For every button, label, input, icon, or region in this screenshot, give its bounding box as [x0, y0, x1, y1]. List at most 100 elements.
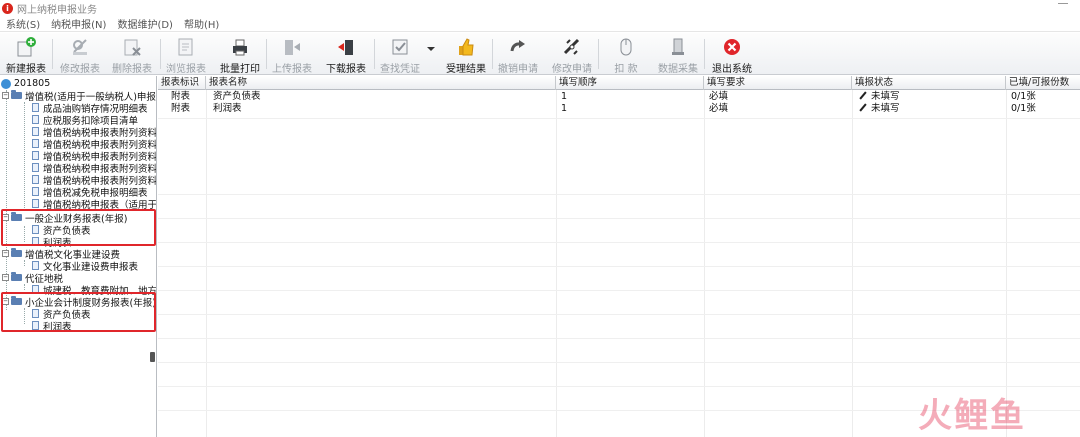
document-icon [32, 175, 39, 184]
report-grid: 报表标识 报表名称 填写顺序 填写要求 填报状态 已填/可报份数 附表 资产负债… [158, 76, 1080, 437]
undo-arrow-icon [507, 36, 529, 58]
column-header-report-name[interactable]: 报表名称 [206, 76, 556, 90]
tree-group-local-tax[interactable]: − 代征地税 [2, 272, 63, 285]
new-report-label: 新建报表 [6, 64, 46, 75]
batch-print-button[interactable]: 批量打印 [218, 33, 262, 75]
tree-item[interactable]: 增值税纳税申报表附列资料 [32, 138, 156, 151]
collapse-icon[interactable]: − [2, 92, 9, 99]
tree-item[interactable]: 增值税纳税申报表（适用于 [32, 198, 156, 211]
window-title: 网上纳税申报业务 [17, 4, 97, 16]
tree-group-vat-general[interactable]: − 增值税(适用于一般纳税人)申报 [2, 90, 156, 103]
computer-icon [1, 78, 11, 89]
deduct-payment-button[interactable]: 扣 款 [604, 33, 648, 75]
pencil-icon [859, 92, 867, 100]
cell-fill-status: 未填写 [856, 103, 900, 114]
folder-icon [11, 248, 22, 257]
exit-system-button[interactable]: 退出系统 [710, 33, 754, 75]
column-header-copies[interactable]: 已填/可报份数 [1006, 76, 1080, 90]
printer-icon [229, 36, 251, 58]
download-report-button[interactable]: 下载报表 [324, 33, 368, 75]
thumbs-up-icon [455, 36, 477, 58]
minimize-icon[interactable] [1058, 3, 1068, 4]
tree-item[interactable]: 增值税纳税申报表附列资料 [32, 150, 156, 163]
exit-system-label: 退出系统 [712, 64, 752, 75]
pencil-icon [859, 104, 867, 112]
document-icon [32, 139, 39, 148]
revoke-application-button[interactable]: 撤销申请 [496, 33, 540, 75]
folder-icon [11, 90, 22, 99]
column-header-fill-order[interactable]: 填写顺序 [556, 76, 704, 90]
voucher-dropdown-button[interactable] [426, 33, 436, 74]
column-header-fill-requirement[interactable]: 填写要求 [704, 76, 852, 90]
column-header-report-id[interactable]: 报表标识 [158, 76, 206, 90]
app-logo-icon: i [2, 2, 13, 14]
document-icon [32, 127, 39, 136]
document-icon [32, 199, 39, 208]
modify-application-label: 修改申请 [552, 64, 592, 75]
cell-fill-order: 1 [561, 91, 568, 102]
report-tree: 201805 − 增值税(适用于一般纳税人)申报 成品油购销存情况明细表 应税服… [0, 76, 157, 437]
browse-report-label: 浏览报表 [166, 64, 206, 75]
tree-item[interactable]: 应税服务扣除项目清单 [32, 114, 138, 127]
mouse-icon [615, 36, 637, 58]
download-icon [335, 36, 357, 58]
find-voucher-button[interactable]: 查找凭证 [378, 33, 422, 75]
acceptance-result-button[interactable]: 受理结果 [444, 33, 488, 75]
new-report-icon [15, 36, 37, 58]
folder-icon [11, 272, 22, 281]
table-row[interactable]: 附表 利润表 1 必填 未填写 0/1张 [158, 103, 1080, 114]
tree-item[interactable]: 增值税纳税申报表附列资料 [32, 174, 156, 187]
cell-fill-requirement: 必填 [709, 103, 729, 114]
delete-report-button[interactable]: 删除报表 [110, 33, 154, 75]
menu-system[interactable]: 系统(S) [0, 16, 45, 31]
delete-report-label: 删除报表 [112, 64, 152, 75]
collapse-icon[interactable]: − [2, 250, 9, 257]
collapse-icon[interactable]: − [2, 274, 9, 281]
data-collection-label: 数据采集 [658, 64, 698, 75]
cell-fill-status: 未填写 [856, 91, 900, 102]
upload-report-button[interactable]: 上传报表 [270, 33, 314, 75]
satellite-icon [561, 36, 583, 58]
document-icon [32, 151, 39, 160]
modify-application-button[interactable]: 修改申请 [550, 33, 594, 75]
toolbar: 新建报表 修改报表 删除报表 浏览报表 批量打印 上传报表 下载报表 查找凭证 … [0, 33, 1080, 75]
acceptance-result-label: 受理结果 [446, 64, 486, 75]
document-icon [32, 261, 39, 270]
tree-item[interactable]: 增值税减免税申报明细表 [32, 186, 148, 199]
voucher-icon [389, 36, 411, 58]
browse-report-button[interactable]: 浏览报表 [164, 33, 208, 75]
data-collect-icon [667, 36, 689, 58]
cell-fill-order: 1 [561, 103, 568, 114]
tree-item[interactable]: 增值税纳税申报表附列资料 [32, 162, 156, 175]
edit-report-label: 修改报表 [60, 64, 100, 75]
column-header-fill-status[interactable]: 填报状态 [852, 76, 1006, 90]
deduct-payment-label: 扣 款 [614, 64, 638, 75]
tree-item[interactable]: 增值税纳税申报表附列资料 [32, 126, 156, 139]
download-report-label: 下载报表 [326, 64, 366, 75]
exit-icon [721, 36, 743, 58]
find-voucher-label: 查找凭证 [380, 64, 420, 75]
edit-report-icon [69, 36, 91, 58]
menu-help[interactable]: 帮助(H) [178, 16, 224, 31]
menu-data-maintenance[interactable]: 数据维护(D) [111, 16, 178, 31]
tree-scrollbar-thumb[interactable] [150, 352, 155, 362]
new-report-button[interactable]: 新建报表 [4, 33, 48, 75]
edit-report-button[interactable]: 修改报表 [58, 33, 102, 75]
document-icon [32, 163, 39, 172]
document-icon [32, 115, 39, 124]
tree-item[interactable]: 成品油购销存情况明细表 [32, 102, 148, 115]
data-collection-button[interactable]: 数据采集 [656, 33, 700, 75]
batch-print-label: 批量打印 [220, 64, 260, 75]
tree-root[interactable]: 201805 [1, 78, 50, 89]
watermark-logo: 火鲤鱼 [918, 395, 1026, 436]
tree-item[interactable]: 文化事业建设费申报表 [32, 260, 138, 273]
highlight-box [1, 209, 156, 246]
menu-bar: 系统(S) 纳税申报(N) 数据维护(D) 帮助(H) [0, 16, 1080, 32]
delete-report-icon [121, 36, 143, 58]
cell-report-id: 附表 [171, 103, 191, 114]
table-row[interactable]: 附表 资产负债表 1 必填 未填写 0/1张 [158, 91, 1080, 102]
cell-report-name: 资产负债表 [213, 91, 261, 102]
tree-group-culture-fee[interactable]: − 增值税文化事业建设费 [2, 248, 120, 261]
revoke-application-label: 撤销申请 [498, 64, 538, 75]
menu-tax-declaration[interactable]: 纳税申报(N) [45, 16, 111, 31]
